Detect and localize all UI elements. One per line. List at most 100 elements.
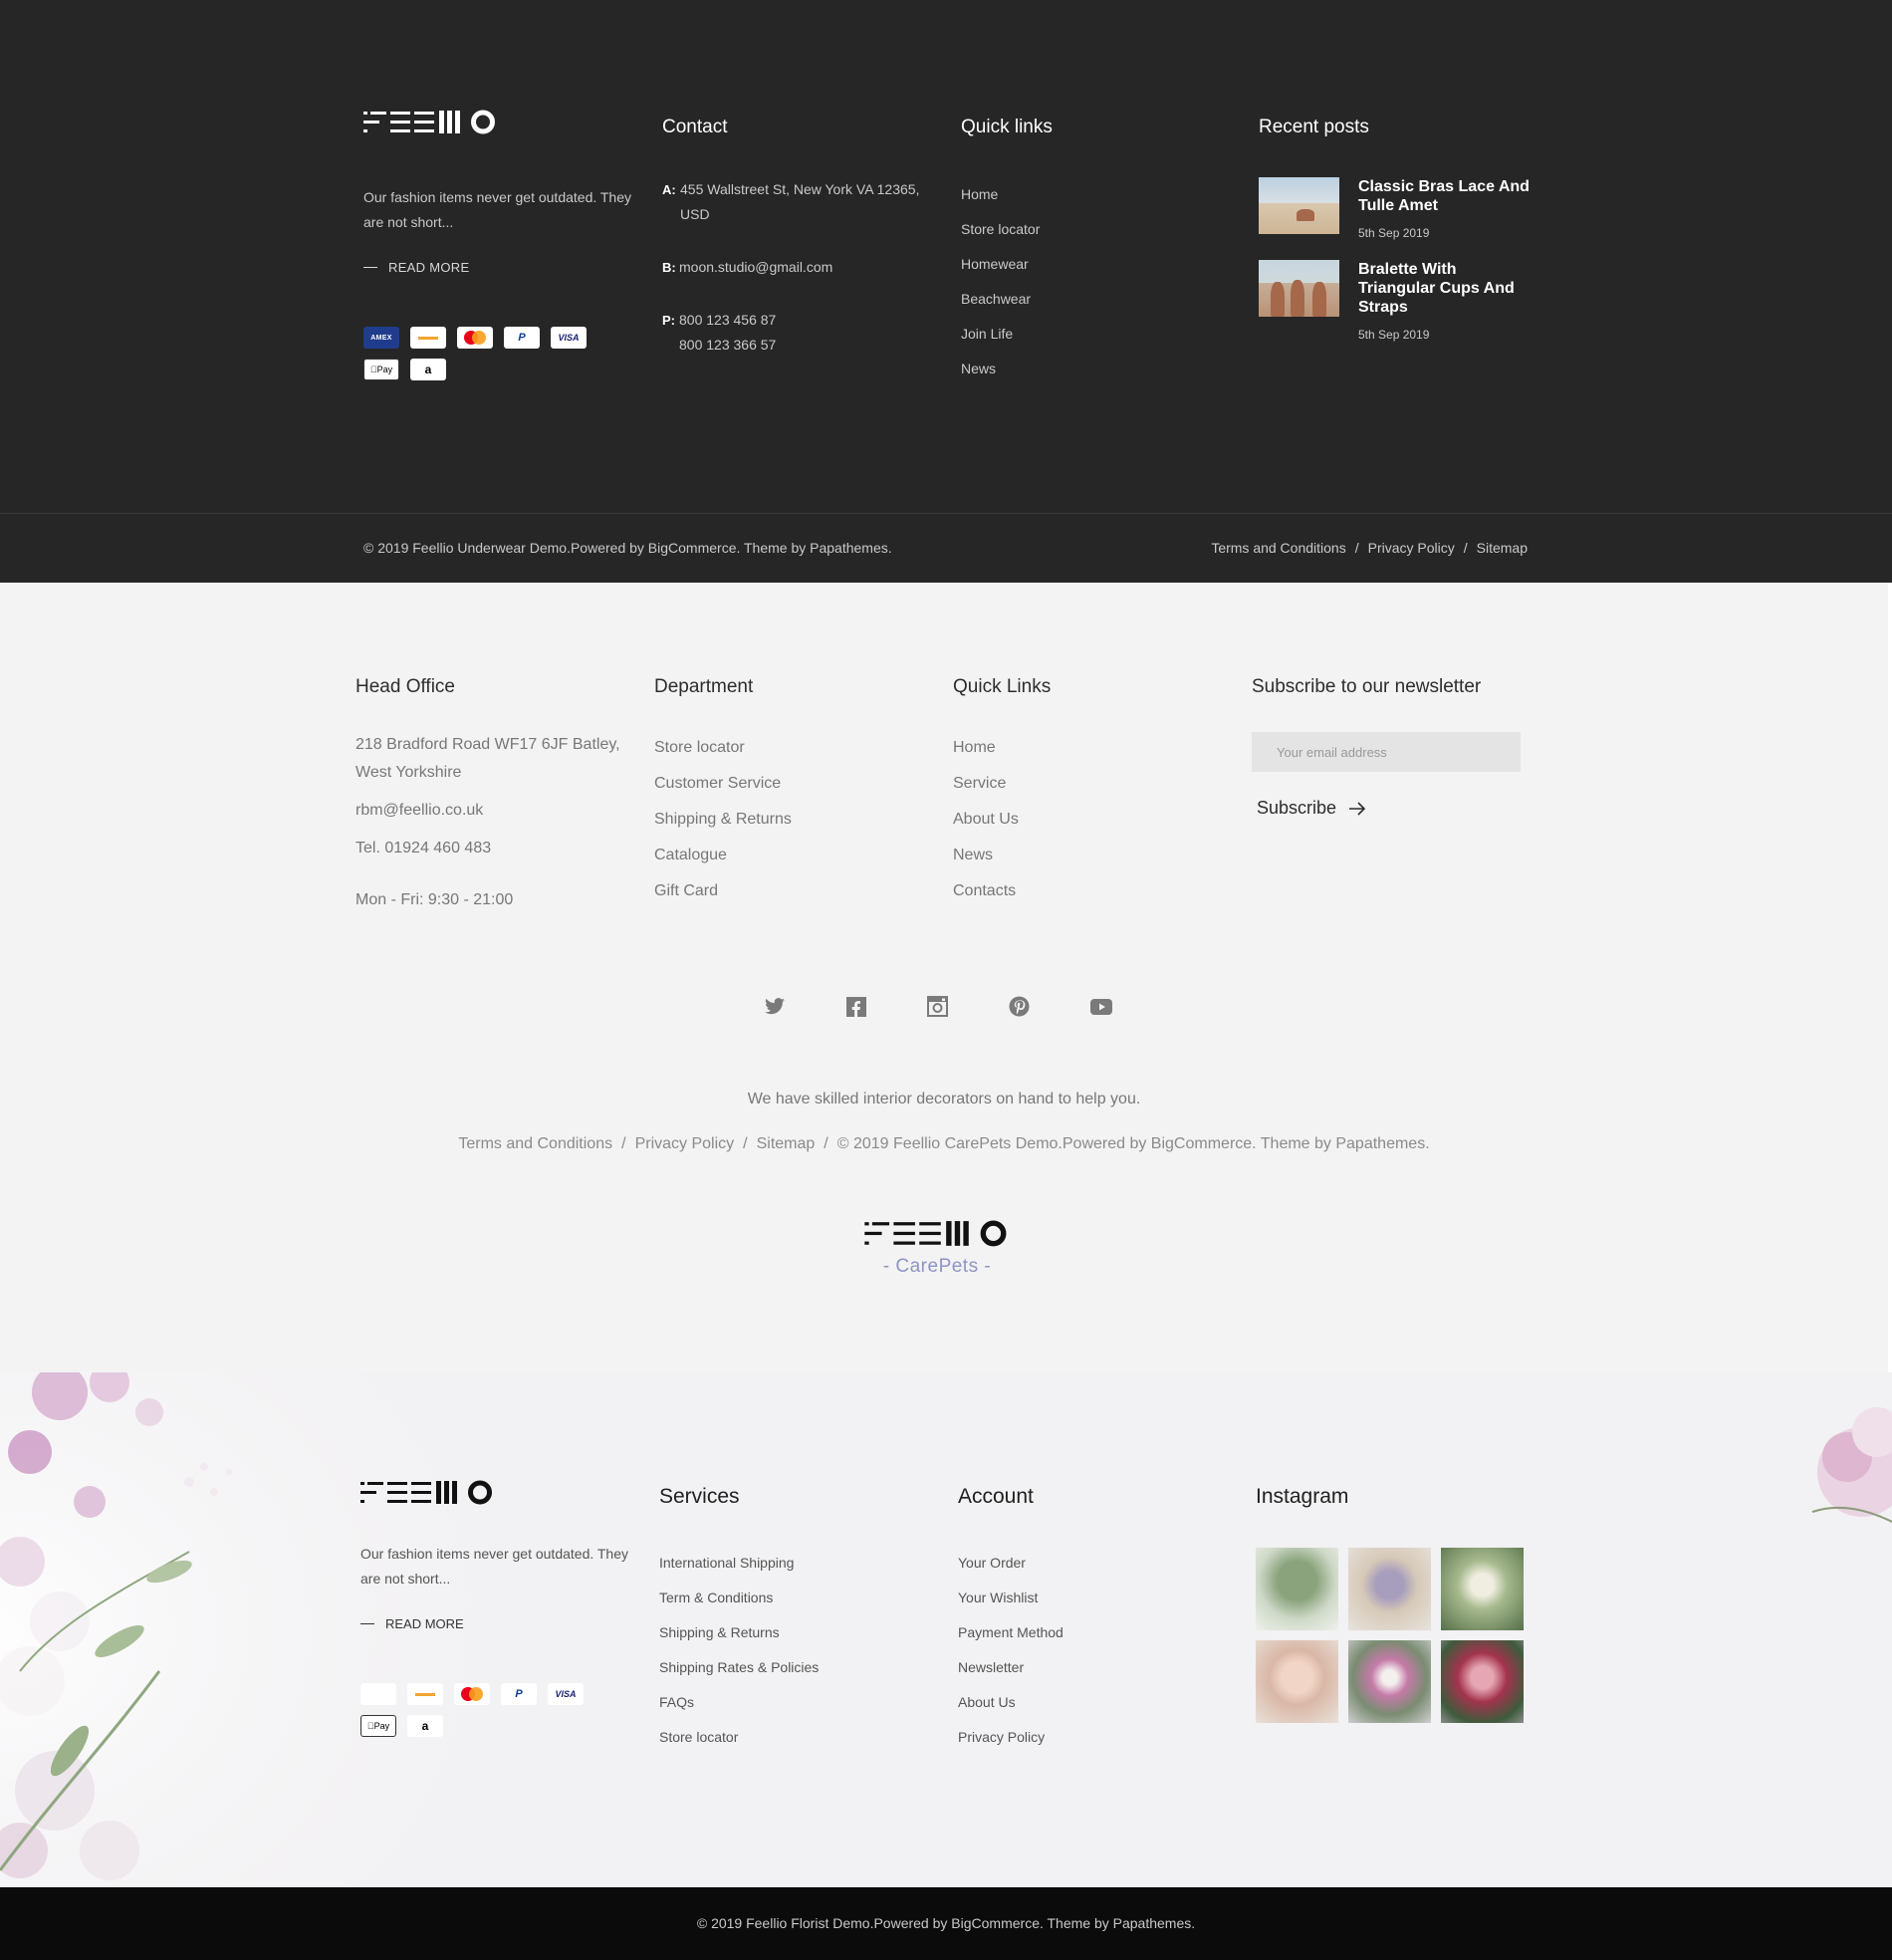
account-link-payment-method[interactable]: Payment Method [958, 1615, 1237, 1650]
newsletter-column: Subscribe to our newsletter Your email a… [1252, 676, 1550, 819]
post-title[interactable]: Classic Bras Lace And Tulle Amet [1358, 177, 1533, 215]
quick-link-home[interactable]: Home [953, 730, 1242, 766]
account-link-newsletter[interactable]: Newsletter [958, 1650, 1237, 1685]
phone-key: P: [662, 313, 675, 328]
feellio-logo[interactable] [360, 1480, 495, 1506]
recent-post[interactable]: Bralette With Triangular Cups And Straps… [1259, 260, 1557, 342]
quick-links-column: Quick Links Home Service About Us News C… [953, 676, 1242, 909]
instagram-icon[interactable] [922, 991, 953, 1022]
post-date: 5th Sep 2019 [1358, 328, 1430, 342]
account-link-privacy-policy[interactable]: Privacy Policy [958, 1720, 1237, 1755]
service-link-shipping-returns[interactable]: Shipping & Returns [659, 1615, 938, 1650]
carepets-logo[interactable]: - CarePets - [862, 1220, 1012, 1278]
dept-link-customer-service[interactable]: Customer Service [654, 766, 943, 802]
read-more-link[interactable]: READ MORE [363, 260, 642, 275]
sitemap-link[interactable]: Sitemap [757, 1135, 816, 1152]
contact-heading: Contact [662, 117, 728, 137]
quick-link-home[interactable]: Home [961, 177, 1240, 212]
instagram-photo[interactable] [1256, 1548, 1338, 1630]
quick-link-news[interactable]: News [961, 352, 1240, 386]
privacy-link[interactable]: Privacy Policy [1368, 540, 1455, 556]
newsletter-email-input[interactable]: Your email address [1252, 732, 1521, 772]
brand-column: Our fashion items never get outdated. Th… [363, 110, 642, 380]
copyright-text: © 2019 Feellio Florist Demo.Powered by B… [696, 1915, 1196, 1931]
department-column: Department Store locator Customer Servic… [654, 676, 943, 909]
contact-address: A: 455 Wallstreet St, New York VA 12365, … [662, 177, 951, 227]
twitter-icon[interactable] [759, 991, 790, 1022]
post-title[interactable]: Bralette With Triangular Cups And Straps [1358, 260, 1533, 317]
instagram-photo[interactable] [1348, 1640, 1431, 1723]
read-more-label: READ MORE [388, 260, 470, 275]
apple-pay-label: Pay [370, 1721, 390, 1731]
service-link-faqs[interactable]: FAQs [659, 1685, 938, 1720]
sitemap-link[interactable]: Sitemap [1477, 540, 1528, 556]
quick-link-service[interactable]: Service [953, 766, 1242, 802]
account-link-your-order[interactable]: Your Order [958, 1546, 1237, 1581]
instagram-photo[interactable] [1441, 1640, 1524, 1723]
account-link-about-us[interactable]: About Us [958, 1685, 1237, 1720]
paypal-icon: P [501, 1683, 537, 1705]
quick-link-homewear[interactable]: Homewear [961, 247, 1240, 282]
dept-link-store-locator[interactable]: Store locator [654, 730, 943, 766]
youtube-icon[interactable] [1085, 991, 1116, 1022]
terms-link[interactable]: Terms and Conditions [1211, 540, 1345, 556]
read-more-link[interactable]: READ MORE [360, 1616, 639, 1631]
quick-links-column: Quick links Home Store locator Homewear … [961, 110, 1240, 386]
address-value: 455 Wallstreet St, New York VA 12365, US… [680, 181, 920, 222]
apple-pay-icon: Pay [363, 359, 399, 380]
instagram-photo[interactable] [1256, 1640, 1338, 1723]
carepets-footer: Head Office 218 Bradford Road WF17 6JF B… [0, 583, 1888, 1372]
dept-link-catalogue[interactable]: Catalogue [654, 838, 943, 873]
pinterest-icon[interactable] [1004, 991, 1035, 1022]
quick-link-join-life[interactable]: Join Life [961, 317, 1240, 352]
florist-footer: Our fashion items never get outdated. Th… [0, 1372, 1892, 1887]
account-link-wishlist[interactable]: Your Wishlist [958, 1581, 1237, 1615]
logo-subtitle: - CarePets - [882, 1256, 992, 1277]
office-email[interactable]: rbm@feellio.co.uk [355, 797, 644, 825]
copyright-text: © 2019 Feellio CarePets Demo.Powered by … [836, 1135, 1430, 1152]
brand-description: Our fashion items never get outdated. Th… [363, 189, 632, 230]
instagram-photo[interactable] [1441, 1548, 1524, 1630]
copyright-bar: © 2019 Feellio Underwear Demo.Powered by… [0, 513, 1892, 583]
dept-link-gift-card[interactable]: Gift Card [654, 873, 943, 909]
subscribe-button[interactable]: Subscribe [1257, 798, 1550, 819]
service-link-store-locator[interactable]: Store locator [659, 1720, 938, 1755]
post-thumbnail[interactable] [1259, 177, 1339, 234]
copyright-text: © 2019 Feellio Underwear Demo.Powered by… [363, 540, 892, 556]
email-value[interactable]: moon.studio@gmail.com [679, 255, 938, 280]
terms-link[interactable]: Terms and Conditions [458, 1135, 612, 1152]
quick-link-contacts[interactable]: Contacts [953, 873, 1242, 909]
facebook-icon[interactable] [840, 991, 871, 1022]
quick-link-store-locator[interactable]: Store locator [961, 212, 1240, 247]
paypal-icon: P [504, 327, 540, 349]
instagram-column: Instagram [1256, 1480, 1554, 1723]
apple-pay-label: Pay [373, 365, 393, 374]
feellio-logo[interactable] [363, 110, 498, 135]
quick-link-beachwear[interactable]: Beachwear [961, 282, 1240, 317]
instagram-photo[interactable] [1348, 1548, 1431, 1630]
discover-icon [410, 327, 446, 349]
underwear-footer: Our fashion items never get outdated. Th… [0, 0, 1892, 583]
recent-posts-heading: Recent posts [1259, 117, 1369, 137]
social-links [759, 991, 1116, 1022]
quick-link-about-us[interactable]: About Us [953, 802, 1242, 838]
legal-line: Terms and Conditions / Privacy Policy / Site… [458, 1135, 1430, 1152]
privacy-link[interactable]: Privacy Policy [635, 1135, 735, 1152]
service-link-terms[interactable]: Term & Conditions [659, 1581, 938, 1615]
quick-link-news[interactable]: News [953, 838, 1242, 873]
dept-link-shipping-returns[interactable]: Shipping & Returns [654, 802, 943, 838]
service-link-international-shipping[interactable]: International Shipping [659, 1546, 938, 1581]
visa-icon: VISA [548, 1683, 584, 1705]
quick-links-heading: Quick Links [953, 676, 1052, 697]
payment-methods: AMEX P VISA Pay a [360, 1683, 599, 1737]
subscribe-label: Subscribe [1257, 798, 1337, 818]
post-thumbnail[interactable] [1259, 260, 1339, 317]
recent-post[interactable]: Classic Bras Lace And Tulle Amet 5th Sep… [1259, 177, 1557, 240]
legal-links: Terms and Conditions / Privacy Policy / Site… [1211, 540, 1528, 556]
service-link-shipping-rates[interactable]: Shipping Rates & Policies [659, 1650, 938, 1685]
email-key: B: [662, 260, 676, 275]
flower-decoration-right [1811, 1407, 1892, 1523]
help-text: We have skilled interior decorators on h… [747, 1091, 1141, 1107]
florist-copyright-bar: © 2019 Feellio Florist Demo.Powered by B… [0, 1887, 1892, 1960]
instagram-heading: Instagram [1256, 1485, 1349, 1508]
